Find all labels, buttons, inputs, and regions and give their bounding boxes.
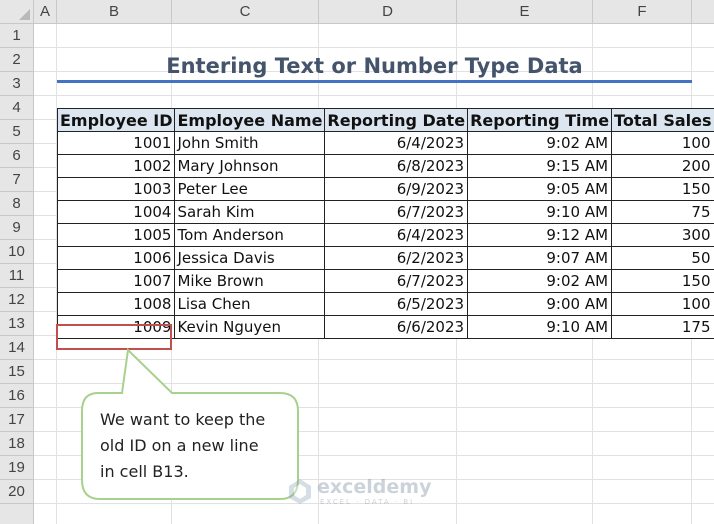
exceldemy-watermark: exceldemy EXCEL · DATA · BI — [285, 476, 435, 506]
watermark-tagline: EXCEL · DATA · BI — [320, 498, 415, 506]
exceldemy-logo-icon — [289, 479, 311, 504]
callout-line: We want to keep the — [100, 410, 266, 429]
watermark-name: exceldemy — [317, 476, 432, 498]
callout-text: We want to keep the old ID on a new line i… — [100, 407, 296, 485]
callout-line: in cell B13. — [100, 462, 189, 481]
callout-line: old ID on a new line — [100, 436, 259, 455]
